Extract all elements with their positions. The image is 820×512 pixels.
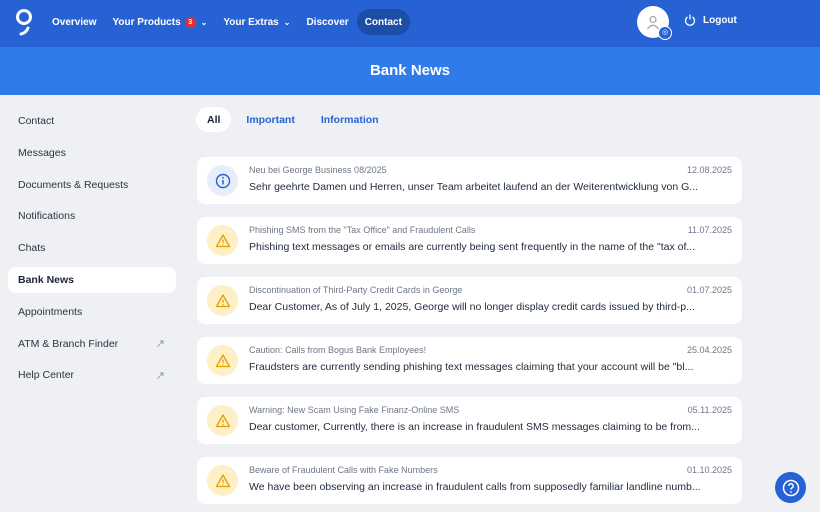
- news-item[interactable]: Phishing SMS from the "Tax Office" and F…: [197, 217, 742, 264]
- top-bar: Overview Your Products 3 ⌄ Your Extras ⌄ Di…: [0, 0, 820, 47]
- sidebar: Contact Messages Documents & Requests No…: [8, 108, 176, 394]
- help-button[interactable]: [775, 472, 806, 503]
- sidebar-item-label: Contact: [18, 115, 55, 127]
- nav-label: Contact: [364, 16, 402, 28]
- news-preview: Dear Customer, As of July 1, 2025, Georg…: [249, 301, 695, 313]
- sidebar-item-appointments[interactable]: Appointments: [8, 299, 176, 325]
- news-preview: Dear customer, Currently, there is an in…: [249, 421, 700, 433]
- chevron-down-icon: ⌄: [283, 17, 291, 27]
- news-preview: Phishing text messages or emails are cur…: [249, 241, 696, 253]
- sidebar-item-bank-news[interactable]: Bank News: [8, 266, 176, 293]
- warning-icon: [207, 345, 238, 376]
- settings-badge-icon[interactable]: ◎: [658, 26, 672, 40]
- nav-label: Your Extras: [223, 16, 279, 28]
- news-title: Neu bei George Business 08/2025: [249, 165, 387, 175]
- sidebar-item-contact[interactable]: Contact: [8, 108, 176, 134]
- page-title: Bank News: [0, 47, 820, 95]
- sidebar-item-help-center[interactable]: Help Center ↗: [8, 362, 176, 388]
- nav-discover[interactable]: Discover: [298, 9, 356, 35]
- news-date: 01.07.2025: [686, 285, 732, 295]
- nav-label: Your Products: [112, 16, 181, 28]
- main-nav: Overview Your Products 3 ⌄ Your Extras ⌄ Di…: [44, 9, 410, 35]
- news-preview: Sehr geehrte Damen und Herren, unser Tea…: [249, 181, 699, 193]
- warning-icon: [207, 225, 238, 256]
- news-preview: Fraudsters are currently sending phishin…: [249, 361, 694, 373]
- news-title: Warning: New Scam Using Fake Finanz-Onli…: [249, 405, 460, 415]
- sidebar-item-atm-finder[interactable]: ATM & Branch Finder ↗: [8, 331, 176, 357]
- sidebar-item-label: Appointments: [18, 305, 83, 318]
- tab-all[interactable]: All: [196, 107, 232, 132]
- filter-tabs: All Important Information: [196, 107, 390, 132]
- nav-label: Overview: [52, 16, 97, 28]
- tab-important[interactable]: Important: [235, 107, 305, 132]
- george-logo[interactable]: [14, 8, 34, 36]
- power-icon: [684, 14, 696, 26]
- news-date: 01.10.2025: [686, 465, 732, 475]
- tab-information[interactable]: Information: [310, 107, 390, 132]
- sidebar-item-label: Chats: [18, 242, 46, 255]
- news-date: 11.07.2025: [687, 225, 732, 235]
- news-title: Beware of Fraudulent Calls with Fake Num…: [249, 465, 438, 475]
- sidebar-item-documents[interactable]: Documents & Requests: [8, 172, 176, 198]
- sidebar-item-label: Notifications: [18, 210, 76, 223]
- sidebar-item-notifications[interactable]: Notifications: [8, 203, 176, 229]
- sidebar-item-label: Bank News: [18, 273, 75, 286]
- sidebar-item-chats[interactable]: Chats: [8, 235, 176, 261]
- news-date: 05.11.2025: [687, 405, 732, 415]
- warning-icon: [207, 405, 238, 436]
- news-date: 25.04.2025: [686, 345, 732, 355]
- news-title: Phishing SMS from the "Tax Office" and F…: [249, 225, 476, 235]
- nav-contact[interactable]: Contact: [356, 9, 410, 35]
- warning-icon: [207, 465, 238, 496]
- news-preview: We have been observing an increase in fr…: [249, 481, 701, 493]
- news-item[interactable]: Discontinuation of Third-Party Credit Ca…: [197, 277, 742, 324]
- external-link-icon: ↗: [155, 369, 165, 382]
- sidebar-item-label: Help Center: [18, 369, 75, 382]
- nav-overview[interactable]: Overview: [44, 9, 104, 35]
- news-title: Discontinuation of Third-Party Credit Ca…: [249, 285, 463, 295]
- external-link-icon: ↗: [155, 338, 165, 351]
- sidebar-item-label: Messages: [18, 146, 66, 159]
- news-item[interactable]: Warning: New Scam Using Fake Finanz-Onli…: [197, 397, 742, 444]
- news-item[interactable]: Neu bei George Business 08/2025 12.08.20…: [197, 157, 742, 204]
- question-icon: [782, 479, 799, 496]
- news-item[interactable]: Beware of Fraudulent Calls with Fake Num…: [197, 457, 742, 504]
- warning-icon: [207, 285, 238, 316]
- news-title: Caution: Calls from Bogus Bank Employees…: [249, 345, 427, 355]
- nav-your-extras[interactable]: Your Extras ⌄: [215, 9, 298, 35]
- sidebar-item-label: ATM & Branch Finder: [18, 337, 119, 350]
- info-icon: [207, 165, 238, 196]
- count-badge: 3: [184, 16, 196, 28]
- news-date: 12.08.2025: [686, 165, 732, 175]
- nav-label: Discover: [306, 16, 349, 28]
- nav-your-products[interactable]: Your Products 3 ⌄: [104, 9, 215, 35]
- sidebar-item-messages[interactable]: Messages: [8, 140, 176, 166]
- sidebar-item-label: Documents & Requests: [18, 178, 129, 191]
- chevron-down-icon: ⌄: [200, 17, 208, 27]
- logout-button[interactable]: Logout: [684, 14, 737, 26]
- logout-label: Logout: [703, 14, 737, 26]
- news-item[interactable]: Caution: Calls from Bogus Bank Employees…: [197, 337, 742, 384]
